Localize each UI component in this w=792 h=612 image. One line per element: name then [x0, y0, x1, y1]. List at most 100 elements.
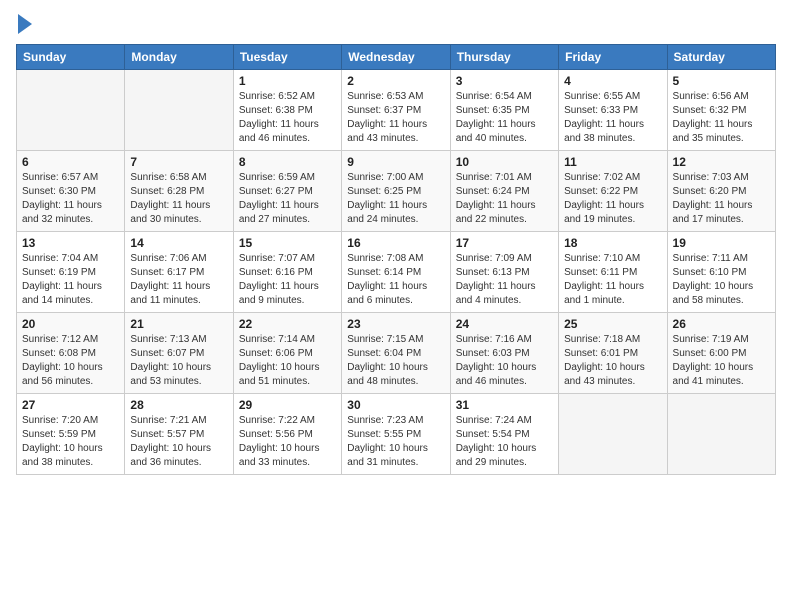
day-info: Sunrise: 7:07 AMSunset: 6:16 PMDaylight:…: [239, 252, 336, 308]
day-number: 13: [22, 236, 119, 250]
day-number: 26: [673, 317, 770, 331]
day-info: Sunrise: 6:53 AMSunset: 6:37 PMDaylight:…: [347, 90, 444, 146]
day-number: 14: [130, 236, 227, 250]
day-info: Sunrise: 7:06 AMSunset: 6:17 PMDaylight:…: [130, 252, 227, 308]
day-info: Sunrise: 7:08 AMSunset: 6:14 PMDaylight:…: [347, 252, 444, 308]
calendar-cell: 16 Sunrise: 7:08 AMSunset: 6:14 PMDayligh…: [342, 232, 450, 313]
day-info: Sunrise: 7:22 AMSunset: 5:56 PMDaylight:…: [239, 414, 336, 470]
day-info: Sunrise: 6:56 AMSunset: 6:32 PMDaylight:…: [673, 90, 770, 146]
day-number: 7: [130, 155, 227, 169]
calendar-cell: 26 Sunrise: 7:19 AMSunset: 6:00 PMDayligh…: [667, 313, 775, 394]
calendar-header-friday: Friday: [559, 45, 667, 70]
calendar-cell: 3 Sunrise: 6:54 AMSunset: 6:35 PMDaylight…: [450, 70, 558, 151]
day-info: Sunrise: 7:04 AMSunset: 6:19 PMDaylight:…: [22, 252, 119, 308]
day-number: 10: [456, 155, 553, 169]
calendar-cell: 15 Sunrise: 7:07 AMSunset: 6:16 PMDayligh…: [233, 232, 341, 313]
header: [16, 16, 776, 34]
calendar-cell: 18 Sunrise: 7:10 AMSunset: 6:11 PMDayligh…: [559, 232, 667, 313]
calendar-cell: 1 Sunrise: 6:52 AMSunset: 6:38 PMDaylight…: [233, 70, 341, 151]
calendar-cell: 14 Sunrise: 7:06 AMSunset: 6:17 PMDayligh…: [125, 232, 233, 313]
day-info: Sunrise: 7:23 AMSunset: 5:55 PMDaylight:…: [347, 414, 444, 470]
calendar-header-saturday: Saturday: [667, 45, 775, 70]
calendar-cell: 5 Sunrise: 6:56 AMSunset: 6:32 PMDaylight…: [667, 70, 775, 151]
day-info: Sunrise: 7:19 AMSunset: 6:00 PMDaylight:…: [673, 333, 770, 389]
calendar-cell: 28Sunrise: 7:21 AMSunset: 5:57 PMDayligh…: [125, 394, 233, 475]
day-info: Sunrise: 7:00 AMSunset: 6:25 PMDaylight:…: [347, 171, 444, 227]
day-number: 16: [347, 236, 444, 250]
calendar-cell: [559, 394, 667, 475]
calendar-cell: 4 Sunrise: 6:55 AMSunset: 6:33 PMDaylight…: [559, 70, 667, 151]
calendar-header-wednesday: Wednesday: [342, 45, 450, 70]
day-info: Sunrise: 7:13 AMSunset: 6:07 PMDaylight:…: [130, 333, 227, 389]
calendar-cell: 2Sunrise: 6:53 AMSunset: 6:37 PMDaylight…: [342, 70, 450, 151]
calendar-week-row: 13 Sunrise: 7:04 AMSunset: 6:19 PMDayligh…: [17, 232, 776, 313]
day-number: 27: [22, 398, 119, 412]
calendar-cell: 31Sunrise: 7:24 AMSunset: 5:54 PMDayligh…: [450, 394, 558, 475]
logo-arrow-icon: [18, 14, 32, 34]
calendar-cell: 13 Sunrise: 7:04 AMSunset: 6:19 PMDayligh…: [17, 232, 125, 313]
day-info: Sunrise: 6:54 AMSunset: 6:35 PMDaylight:…: [456, 90, 553, 146]
calendar-header-thursday: Thursday: [450, 45, 558, 70]
day-number: 4: [564, 74, 661, 88]
calendar-cell: 7 Sunrise: 6:58 AMSunset: 6:28 PMDaylight…: [125, 151, 233, 232]
day-number: 3: [456, 74, 553, 88]
calendar-cell: [667, 394, 775, 475]
day-number: 23: [347, 317, 444, 331]
day-number: 18: [564, 236, 661, 250]
day-info: Sunrise: 6:57 AMSunset: 6:30 PMDaylight:…: [22, 171, 119, 227]
day-number: 12: [673, 155, 770, 169]
calendar-header-sunday: Sunday: [17, 45, 125, 70]
calendar-cell: 23Sunrise: 7:15 AMSunset: 6:04 PMDayligh…: [342, 313, 450, 394]
calendar-cell: 25 Sunrise: 7:18 AMSunset: 6:01 PMDayligh…: [559, 313, 667, 394]
day-info: Sunrise: 6:55 AMSunset: 6:33 PMDaylight:…: [564, 90, 661, 146]
day-number: 15: [239, 236, 336, 250]
day-info: Sunrise: 7:03 AMSunset: 6:20 PMDaylight:…: [673, 171, 770, 227]
calendar-cell: 24 Sunrise: 7:16 AMSunset: 6:03 PMDayligh…: [450, 313, 558, 394]
day-number: 17: [456, 236, 553, 250]
day-number: 24: [456, 317, 553, 331]
day-number: 5: [673, 74, 770, 88]
logo: [16, 16, 32, 34]
calendar-cell: 27Sunrise: 7:20 AMSunset: 5:59 PMDayligh…: [17, 394, 125, 475]
calendar-table: SundayMondayTuesdayWednesdayThursdayFrid…: [16, 44, 776, 475]
day-number: 19: [673, 236, 770, 250]
day-info: Sunrise: 6:58 AMSunset: 6:28 PMDaylight:…: [130, 171, 227, 227]
day-number: 21: [130, 317, 227, 331]
day-number: 1: [239, 74, 336, 88]
day-number: 20: [22, 317, 119, 331]
day-info: Sunrise: 7:24 AMSunset: 5:54 PMDaylight:…: [456, 414, 553, 470]
day-info: Sunrise: 6:59 AMSunset: 6:27 PMDaylight:…: [239, 171, 336, 227]
day-info: Sunrise: 7:01 AMSunset: 6:24 PMDaylight:…: [456, 171, 553, 227]
day-info: Sunrise: 7:09 AMSunset: 6:13 PMDaylight:…: [456, 252, 553, 308]
calendar-header-row: SundayMondayTuesdayWednesdayThursdayFrid…: [17, 45, 776, 70]
calendar-cell: 17 Sunrise: 7:09 AMSunset: 6:13 PMDayligh…: [450, 232, 558, 313]
day-number: 9: [347, 155, 444, 169]
day-number: 28: [130, 398, 227, 412]
calendar-cell: 11Sunrise: 7:02 AMSunset: 6:22 PMDayligh…: [559, 151, 667, 232]
calendar-cell: 19 Sunrise: 7:11 AMSunset: 6:10 PMDayligh…: [667, 232, 775, 313]
day-info: Sunrise: 7:18 AMSunset: 6:01 PMDaylight:…: [564, 333, 661, 389]
day-number: 8: [239, 155, 336, 169]
day-number: 6: [22, 155, 119, 169]
calendar-cell: 30 Sunrise: 7:23 AMSunset: 5:55 PMDayligh…: [342, 394, 450, 475]
page-container: SundayMondayTuesdayWednesdayThursdayFrid…: [0, 0, 792, 483]
day-number: 30: [347, 398, 444, 412]
day-info: Sunrise: 7:12 AMSunset: 6:08 PMDaylight:…: [22, 333, 119, 389]
day-number: 25: [564, 317, 661, 331]
day-number: 22: [239, 317, 336, 331]
day-info: Sunrise: 6:52 AMSunset: 6:38 PMDaylight:…: [239, 90, 336, 146]
calendar-cell: 12 Sunrise: 7:03 AMSunset: 6:20 PMDayligh…: [667, 151, 775, 232]
calendar-cell: 20 Sunrise: 7:12 AMSunset: 6:08 PMDayligh…: [17, 313, 125, 394]
calendar-header-tuesday: Tuesday: [233, 45, 341, 70]
calendar-week-row: 1 Sunrise: 6:52 AMSunset: 6:38 PMDaylight…: [17, 70, 776, 151]
day-number: 29: [239, 398, 336, 412]
day-info: Sunrise: 7:11 AMSunset: 6:10 PMDaylight:…: [673, 252, 770, 308]
calendar-cell: 21 Sunrise: 7:13 AMSunset: 6:07 PMDayligh…: [125, 313, 233, 394]
day-info: Sunrise: 7:16 AMSunset: 6:03 PMDaylight:…: [456, 333, 553, 389]
calendar-week-row: 20 Sunrise: 7:12 AMSunset: 6:08 PMDayligh…: [17, 313, 776, 394]
calendar-cell: [17, 70, 125, 151]
day-info: Sunrise: 7:14 AMSunset: 6:06 PMDaylight:…: [239, 333, 336, 389]
day-info: Sunrise: 7:10 AMSunset: 6:11 PMDaylight:…: [564, 252, 661, 308]
day-number: 11: [564, 155, 661, 169]
calendar-cell: 9 Sunrise: 7:00 AMSunset: 6:25 PMDaylight…: [342, 151, 450, 232]
